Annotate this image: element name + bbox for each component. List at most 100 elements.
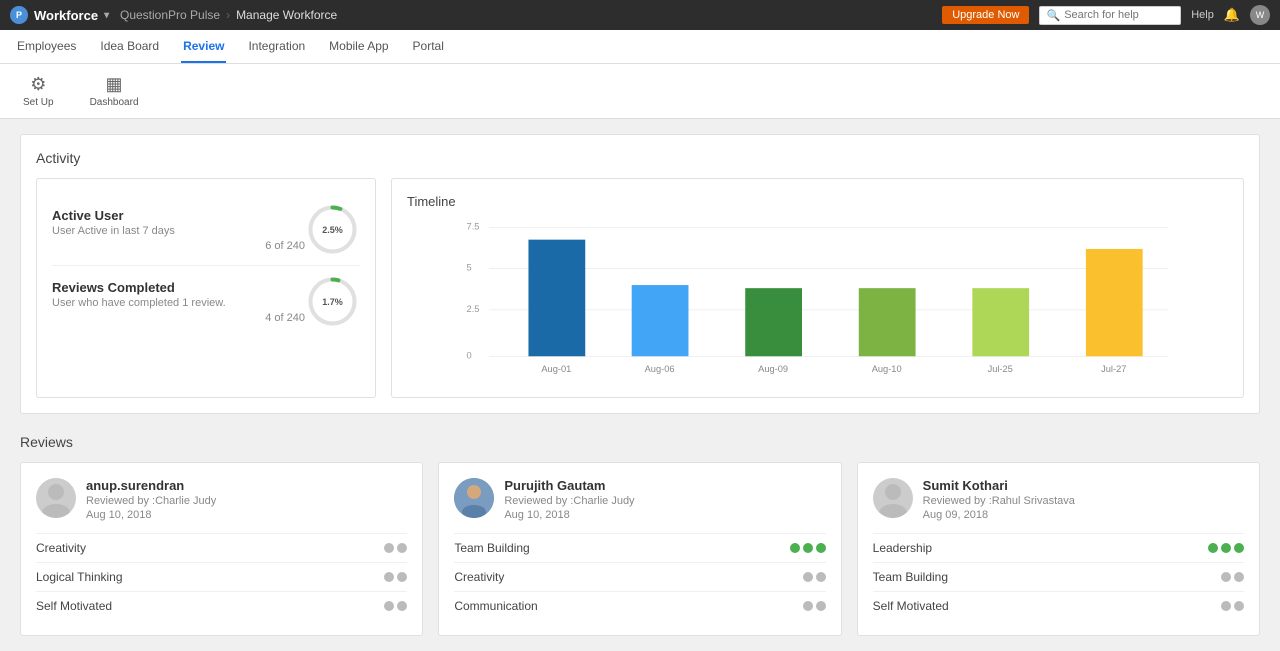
nav-item-mobile-app[interactable]: Mobile App [327, 31, 390, 63]
dot [1234, 572, 1244, 582]
help-button[interactable]: Help [1191, 9, 1214, 21]
skill-row-0-1: Logical Thinking [36, 562, 407, 591]
skill-dots-1-2 [803, 601, 826, 611]
active-user-circle: 2.5% [305, 202, 360, 257]
breadcrumb-sep: › [226, 8, 230, 22]
dot [397, 572, 407, 582]
brand-logo[interactable]: P Workforce ▾ [10, 6, 110, 24]
dot [803, 572, 813, 582]
review-skills-1: Team Building Creativity [454, 533, 825, 620]
skill-row-1-2: Communication [454, 591, 825, 620]
skill-name-1-2: Communication [454, 599, 537, 613]
setup-label: Set Up [23, 97, 54, 108]
bar-jul25 [972, 288, 1029, 356]
timeline-section: Timeline 7.5 5 2.5 0 Aug-01 [391, 178, 1244, 398]
nav-item-portal[interactable]: Portal [411, 31, 446, 63]
reviews-completed-label: Reviews Completed [52, 280, 305, 295]
review-meta-date-2: Aug 09, 2018 [923, 509, 1075, 521]
review-name-2: Sumit Kothari [923, 478, 1075, 493]
search-input[interactable] [1064, 9, 1174, 21]
review-skills-2: Leadership Team Building [873, 533, 1244, 620]
nav-item-employees[interactable]: Employees [15, 31, 78, 63]
search-icon: 🔍 [1046, 9, 1060, 22]
skill-name-2-2: Self Motivated [873, 599, 949, 613]
secondary-nav: Employees Idea Board Review Integration … [0, 30, 1280, 64]
review-card-1: Purujith Gautam Reviewed by :Charlie Jud… [438, 462, 841, 636]
nav-item-review[interactable]: Review [181, 31, 226, 63]
activity-stats: Active User User Active in last 7 days 6… [36, 178, 376, 398]
skill-row-2-0: Leadership [873, 533, 1244, 562]
review-info-1: Purujith Gautam Reviewed by :Charlie Jud… [504, 478, 634, 521]
dot [1221, 543, 1231, 553]
skill-dots-0-2 [384, 601, 407, 611]
nav-item-integration[interactable]: Integration [246, 31, 307, 63]
activity-section: Activity Active User User Active in last… [20, 134, 1260, 414]
dot [803, 601, 813, 611]
reviews-completed-info: Reviews Completed User who have complete… [52, 280, 305, 324]
dot [790, 543, 800, 553]
dot [397, 543, 407, 553]
svg-text:7.5: 7.5 [467, 221, 480, 231]
skill-row-1-0: Team Building [454, 533, 825, 562]
dot [1221, 572, 1231, 582]
dot [384, 572, 394, 582]
review-avatar-0 [36, 478, 76, 518]
dot [1234, 601, 1244, 611]
user-avatar[interactable]: W [1250, 5, 1270, 25]
skill-row-0-0: Creativity [36, 533, 407, 562]
skill-name-1-0: Team Building [454, 541, 529, 555]
dot [1234, 543, 1244, 553]
breadcrumb-current: Manage Workforce [236, 8, 337, 22]
brand-chevron[interactable]: ▾ [104, 10, 109, 21]
skill-dots-0-0 [384, 543, 407, 553]
dot [816, 543, 826, 553]
skill-name-2-1: Team Building [873, 570, 948, 584]
dashboard-label: Dashboard [90, 97, 139, 108]
review-meta-date-0: Aug 10, 2018 [86, 509, 216, 521]
dot [384, 543, 394, 553]
dot [1221, 601, 1231, 611]
breadcrumb-parent[interactable]: QuestionPro Pulse [120, 8, 220, 22]
notification-bell-icon[interactable]: 🔔 [1224, 7, 1240, 23]
svg-text:5: 5 [467, 263, 472, 273]
nav-item-idea-board[interactable]: Idea Board [98, 31, 161, 63]
skill-name-0-2: Self Motivated [36, 599, 112, 613]
review-avatar-2 [873, 478, 913, 518]
active-user-percent: 2.5% [322, 225, 343, 235]
upgrade-button[interactable]: Upgrade Now [942, 6, 1029, 24]
svg-text:2.5: 2.5 [467, 304, 480, 314]
review-header-2: Sumit Kothari Reviewed by :Rahul Srivast… [873, 478, 1244, 521]
setup-button[interactable]: ⚙ Set Up [15, 70, 62, 112]
reviews-grid: anup.surendran Reviewed by :Charlie Judy… [20, 462, 1260, 636]
dashboard-icon: ▦ [106, 74, 123, 95]
reviews-section: Reviews anup.surendran Reviewed by :Char… [20, 434, 1260, 636]
active-user-count: 6 of 240 [52, 240, 305, 252]
search-box[interactable]: 🔍 [1039, 6, 1181, 25]
reviews-title: Reviews [20, 434, 1260, 450]
top-bar: P Workforce ▾ QuestionPro Pulse › Manage… [0, 0, 1280, 30]
active-user-stat: Active User User Active in last 7 days 6… [52, 194, 360, 265]
reviews-completed-stat: Reviews Completed User who have complete… [52, 265, 360, 337]
svg-text:0: 0 [467, 350, 472, 360]
review-header-0: anup.surendran Reviewed by :Charlie Judy… [36, 478, 407, 521]
dashboard-button[interactable]: ▦ Dashboard [82, 70, 147, 112]
skill-dots-2-2 [1221, 601, 1244, 611]
review-info-0: anup.surendran Reviewed by :Charlie Judy… [86, 478, 216, 521]
main-content: Activity Active User User Active in last… [0, 119, 1280, 651]
svg-text:Jul-27: Jul-27 [1101, 364, 1126, 374]
skill-dots-1-1 [803, 572, 826, 582]
review-avatar-1 [454, 478, 494, 518]
review-meta-by-2: Reviewed by :Rahul Srivastava [923, 495, 1075, 507]
dot [397, 601, 407, 611]
skill-name-2-0: Leadership [873, 541, 932, 555]
svg-text:Aug-06: Aug-06 [645, 364, 675, 374]
timeline-chart: 7.5 5 2.5 0 Aug-01 Aug-06 [407, 219, 1228, 379]
active-user-label: Active User [52, 208, 305, 223]
review-card-2: Sumit Kothari Reviewed by :Rahul Srivast… [857, 462, 1260, 636]
setup-icon: ⚙ [30, 74, 46, 95]
skill-row-2-1: Team Building [873, 562, 1244, 591]
review-info-2: Sumit Kothari Reviewed by :Rahul Srivast… [923, 478, 1075, 521]
bar-aug10 [859, 288, 916, 356]
breadcrumb: QuestionPro Pulse › Manage Workforce [120, 8, 337, 22]
bar-aug09 [745, 288, 802, 356]
